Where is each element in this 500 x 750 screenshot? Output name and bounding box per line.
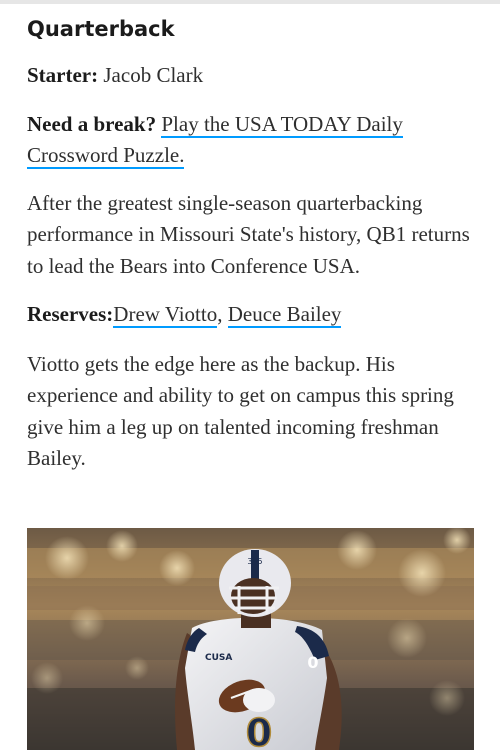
summary-paragraph: After the greatest single-season quarter… — [27, 190, 470, 278]
section-heading: Quarterback — [27, 17, 175, 41]
starter-name: Jacob Clark — [103, 63, 204, 87]
football-player-photo: 385 CUSA 0 0 — [27, 528, 474, 750]
reserves-separator: , — [217, 302, 228, 326]
top-divider — [0, 0, 500, 4]
starter-line: Starter: Jacob Clark — [27, 60, 477, 92]
reserve-player-link[interactable]: Deuce Bailey — [227, 302, 342, 328]
article-body: Quarterback Starter: Jacob Clark Need a … — [27, 14, 477, 475]
reserves-line: Reserves:Drew Viotto, Deuce Bailey — [27, 299, 477, 331]
helmet-tag-text: 385 — [247, 557, 262, 566]
promo-line: Need a break? Play the USA TODAY Daily C… — [27, 109, 477, 172]
promo-label: Need a break? — [27, 111, 157, 136]
conference-patch: CUSA — [205, 653, 232, 663]
reserves-label: Reserves: — [27, 302, 114, 326]
jersey-number: 0 — [246, 711, 272, 750]
article-photo[interactable]: 385 CUSA 0 0 — [27, 528, 474, 750]
sleeve-number: 0 — [307, 653, 318, 672]
backup-paragraph: Viotto gets the edge here as the backup.… — [27, 351, 454, 471]
reserve-player-link[interactable]: Drew Viotto — [113, 302, 218, 328]
starter-label: Starter: — [27, 63, 99, 87]
